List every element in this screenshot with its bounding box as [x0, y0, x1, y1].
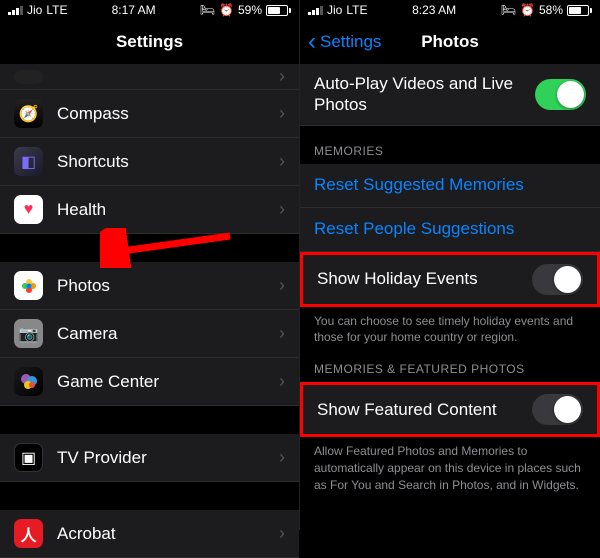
- back-label: Settings: [320, 32, 381, 52]
- chevron-right-icon: ›: [279, 371, 285, 392]
- status-bar: Jio LTE 8:23 AM 🛏 ⏰ 58%: [300, 0, 600, 20]
- chevron-right-icon: ›: [279, 66, 285, 87]
- row-health[interactable]: ♥ Health ›: [0, 186, 299, 234]
- footer-text: You can choose to see timely holiday eve…: [300, 307, 600, 349]
- signal-icon: [308, 6, 323, 15]
- page-title: Settings: [116, 32, 183, 52]
- battery-percent: 59%: [238, 3, 262, 17]
- network-label: LTE: [346, 3, 367, 17]
- row-photos[interactable]: Photos ›: [0, 262, 299, 310]
- status-bar: Jio LTE 8:17 AM 🛏 ⏰ 59%: [0, 0, 299, 20]
- shortcuts-icon: ◧: [14, 147, 43, 176]
- signal-icon: [8, 6, 23, 15]
- rotation-lock-icon: 🛏: [501, 3, 516, 17]
- row-compass[interactable]: 🧭 Compass ›: [0, 90, 299, 138]
- row-featured-content[interactable]: Show Featured Content: [300, 382, 600, 437]
- footer-text: Allow Featured Photos and Memories to au…: [300, 437, 600, 495]
- battery-icon: [567, 5, 592, 16]
- tv-icon: ▣: [14, 443, 43, 472]
- link-label: Reset Suggested Memories: [314, 175, 586, 195]
- row-reset-people[interactable]: Reset People Suggestions: [300, 208, 600, 252]
- row-label: Shortcuts: [57, 152, 279, 172]
- battery-icon: [266, 5, 291, 16]
- row-label: Acrobat: [57, 524, 279, 544]
- back-button[interactable]: ‹ Settings: [308, 28, 381, 56]
- link-label: Reset People Suggestions: [314, 219, 586, 239]
- camera-icon: 📷: [14, 319, 43, 348]
- nav-bar: ‹ Settings Photos: [300, 20, 600, 64]
- alarm-icon: ⏰: [520, 3, 535, 17]
- chevron-left-icon: ‹: [308, 28, 316, 56]
- row-measure-partial[interactable]: ›: [0, 64, 299, 90]
- chevron-right-icon: ›: [279, 523, 285, 544]
- chevron-right-icon: ›: [279, 151, 285, 172]
- row-camera[interactable]: 📷 Camera ›: [0, 310, 299, 358]
- acrobat-icon: 人: [14, 519, 43, 548]
- row-tvprovider[interactable]: ▣ TV Provider ›: [0, 434, 299, 482]
- gamecenter-icon: [14, 367, 43, 396]
- nav-bar: Settings: [0, 20, 299, 64]
- row-label: Camera: [57, 324, 279, 344]
- row-shortcuts[interactable]: ◧ Shortcuts ›: [0, 138, 299, 186]
- chevron-right-icon: ›: [279, 323, 285, 344]
- row-label: TV Provider: [57, 448, 279, 468]
- row-gamecenter[interactable]: Game Center ›: [0, 358, 299, 406]
- carrier-label: Jio: [327, 3, 342, 17]
- chevron-right-icon: ›: [279, 199, 285, 220]
- chevron-right-icon: ›: [279, 103, 285, 124]
- section-header-memories: MEMORIES: [300, 126, 600, 164]
- section-header-featured: MEMORIES & FEATURED PHOTOS: [300, 348, 600, 382]
- autoplay-toggle[interactable]: [535, 79, 586, 110]
- compass-icon: 🧭: [14, 99, 43, 128]
- clock: 8:17 AM: [112, 3, 156, 17]
- chevron-right-icon: ›: [279, 275, 285, 296]
- photos-icon: [14, 271, 43, 300]
- row-label: Health: [57, 200, 279, 220]
- row-label: Game Center: [57, 372, 279, 392]
- row-acrobat[interactable]: 人 Acrobat ›: [0, 510, 299, 558]
- page-title: Photos: [421, 32, 479, 52]
- carrier-label: Jio: [27, 3, 42, 17]
- chevron-right-icon: ›: [279, 447, 285, 468]
- row-label: Photos: [57, 276, 279, 296]
- alarm-icon: ⏰: [219, 3, 234, 17]
- row-label: Show Featured Content: [317, 400, 532, 420]
- row-label: Compass: [57, 104, 279, 124]
- battery-percent: 58%: [539, 3, 563, 17]
- network-label: LTE: [46, 3, 67, 17]
- clock: 8:23 AM: [412, 3, 456, 17]
- row-holiday-events[interactable]: Show Holiday Events: [300, 252, 600, 307]
- row-autoplay[interactable]: Auto-Play Videos and Live Photos: [300, 64, 600, 126]
- row-label: Show Holiday Events: [317, 269, 532, 289]
- holiday-toggle[interactable]: [532, 264, 583, 295]
- row-label: Auto-Play Videos and Live Photos: [314, 73, 535, 116]
- row-reset-memories[interactable]: Reset Suggested Memories: [300, 164, 600, 208]
- health-icon: ♥: [14, 195, 43, 224]
- rotation-lock-icon: 🛏: [200, 3, 215, 17]
- measure-icon: [14, 70, 43, 84]
- featured-toggle[interactable]: [532, 394, 583, 425]
